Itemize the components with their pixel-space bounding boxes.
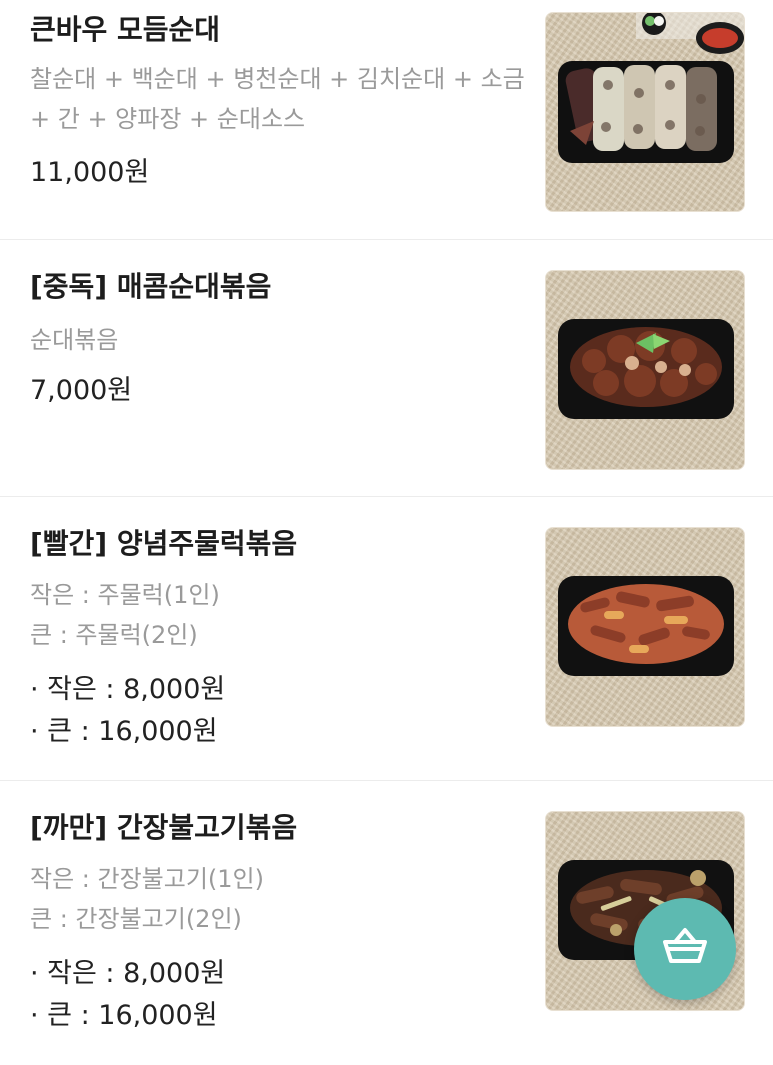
spicy-stir-fry-photo[interactable] bbox=[545, 270, 745, 470]
menu-item-description-line: 큰 : 주물럭(2인) bbox=[30, 621, 198, 649]
menu-item-description: 순대볶음 bbox=[30, 320, 530, 360]
menu-item-price-line: 11,000원 bbox=[30, 157, 150, 188]
menu-item-price-line: · 작은 : 8,000원 bbox=[30, 674, 226, 705]
menu-item[interactable]: [중독] 매콤순대볶음 순대볶음 7,000원 bbox=[0, 240, 773, 497]
menu-item-name: [까만] 간장불고기볶음 bbox=[30, 811, 298, 844]
menu-item-description: 작은 : 간장불고기(1인) 큰 : 간장불고기(2인) bbox=[30, 859, 530, 939]
menu-item-price-line: · 작은 : 8,000원 bbox=[30, 958, 226, 989]
menu-item-name: [빨간] 양념주물럭볶음 bbox=[30, 527, 298, 560]
cart-button[interactable] bbox=[634, 898, 736, 1000]
menu-item-name: 큰바우 모듬순대 bbox=[30, 13, 221, 46]
menu-item-price-line: 7,000원 bbox=[30, 375, 133, 406]
menu-item-price: 7,000원 bbox=[30, 370, 132, 412]
menu-item-description-line: + 간 + 양파장 + 순대소스 bbox=[30, 105, 306, 133]
menu-item-description: 작은 : 주물럭(1인) 큰 : 주물럭(2인) bbox=[30, 575, 530, 655]
menu-item-description-line: 작은 : 주물럭(1인) bbox=[30, 581, 220, 609]
menu-item-description-line: 순대볶음 bbox=[30, 326, 119, 354]
menu-item-name: [중독] 매콤순대볶음 bbox=[30, 270, 272, 303]
menu-item-description-line: 큰 : 간장불고기(2인) bbox=[30, 905, 242, 933]
menu-item-description: 찰순대 + 백순대 + 병천순대 + 김치순대 + 소금 + 간 + 양파장 +… bbox=[30, 59, 530, 139]
menu-item-description-line: 작은 : 간장불고기(1인) bbox=[30, 865, 264, 893]
menu-item[interactable]: [빨간] 양념주물럭볶음 작은 : 주물럭(1인) 큰 : 주물럭(2인) · … bbox=[0, 497, 773, 781]
shopping-basket-icon bbox=[659, 926, 711, 972]
menu-item-price: 11,000원 bbox=[30, 152, 149, 194]
sundae-platter-photo[interactable] bbox=[545, 12, 745, 212]
menu-item-price-line: · 큰 : 16,000원 bbox=[30, 716, 218, 747]
red-jumulleok-photo[interactable] bbox=[545, 527, 745, 727]
menu-item-price: · 작은 : 8,000원 · 큰 : 16,000원 bbox=[30, 669, 225, 753]
menu-item-description-line: 찰순대 + 백순대 + 병천순대 + 김치순대 + 소금 bbox=[30, 65, 525, 93]
menu-item-price: · 작은 : 8,000원 · 큰 : 16,000원 bbox=[30, 953, 225, 1037]
menu-item-price-line: · 큰 : 16,000원 bbox=[30, 1000, 218, 1031]
menu-item[interactable]: 큰바우 모듬순대 찰순대 + 백순대 + 병천순대 + 김치순대 + 소금 + … bbox=[0, 0, 773, 240]
